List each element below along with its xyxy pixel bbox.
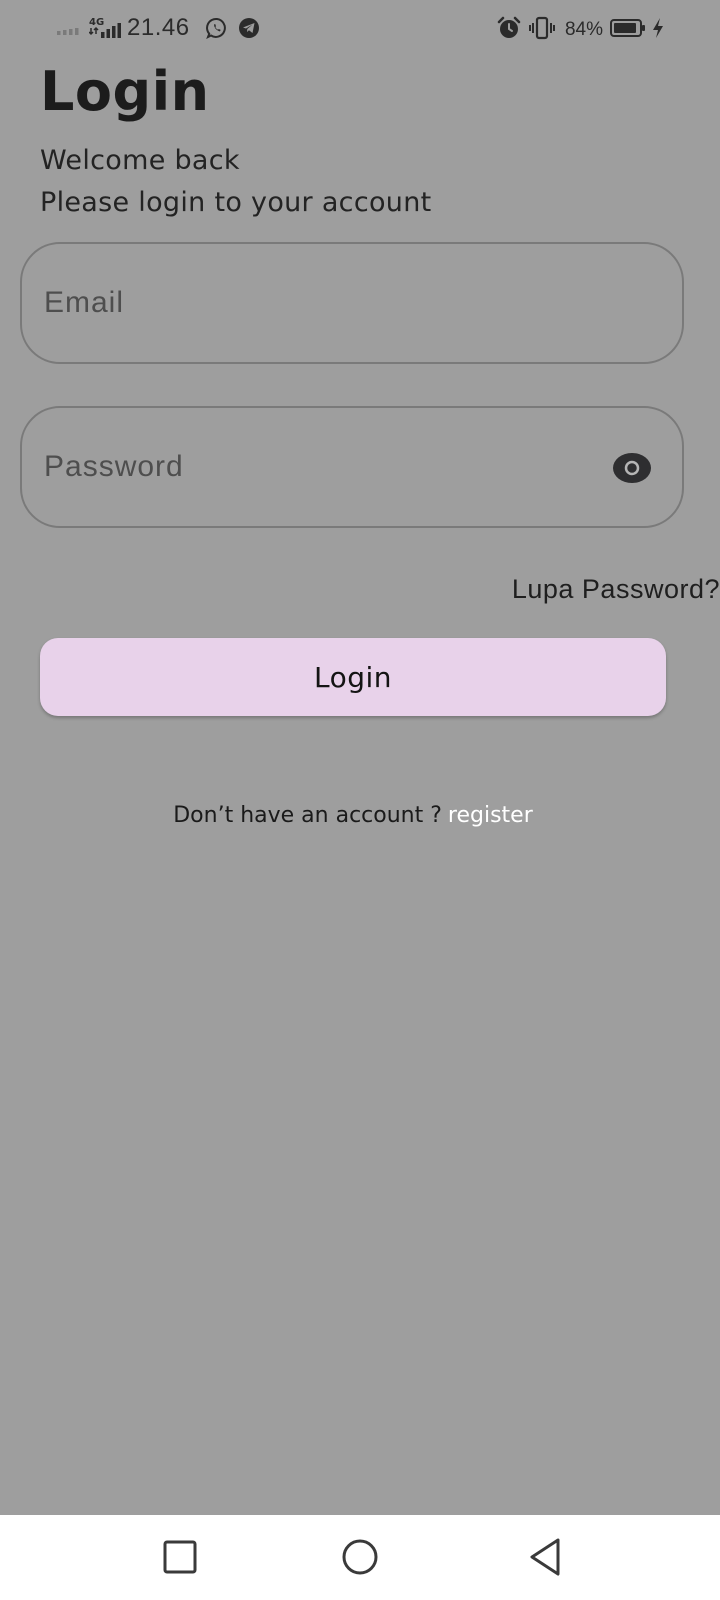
login-button[interactable]: Login <box>40 638 666 716</box>
login-screen: 4G 21.46 84% Login Welcome back Please l… <box>0 0 720 1515</box>
forgot-password-link[interactable]: Lupa Password? <box>512 574 720 605</box>
password-field-container <box>20 406 684 528</box>
email-field[interactable] <box>44 244 604 362</box>
back-icon[interactable] <box>524 1535 568 1579</box>
page-title: Login <box>40 60 210 123</box>
welcome-text: Welcome back <box>40 145 240 176</box>
home-icon[interactable] <box>338 1535 382 1579</box>
battery-icon <box>610 18 646 38</box>
register-prompt: Don’t have an account ? <box>173 803 442 828</box>
navigation-bar <box>0 1515 720 1600</box>
signal-icon <box>57 21 83 35</box>
login-instruction-text: Please login to your account <box>40 187 432 218</box>
alarm-icon <box>497 16 521 40</box>
status-bar: 4G 21.46 84% <box>0 0 720 56</box>
telegram-icon <box>238 17 260 39</box>
status-right: 84% <box>497 12 664 44</box>
vibrate-icon <box>528 16 555 40</box>
charging-icon <box>652 17 664 39</box>
network-4g-icon: 4G <box>88 16 121 40</box>
eye-icon[interactable] <box>612 452 652 484</box>
status-left: 4G 21.46 <box>57 12 260 44</box>
battery-percent: 84% <box>564 19 603 40</box>
password-field[interactable] <box>44 408 604 526</box>
recents-icon[interactable] <box>158 1535 202 1579</box>
email-field-container <box>20 242 684 364</box>
register-row: Don’t have an account ? register <box>0 803 706 828</box>
register-link[interactable]: register <box>448 803 533 828</box>
whatsapp-icon <box>205 17 228 40</box>
network-label: 4G <box>89 17 104 28</box>
status-time: 21.46 <box>127 14 190 41</box>
